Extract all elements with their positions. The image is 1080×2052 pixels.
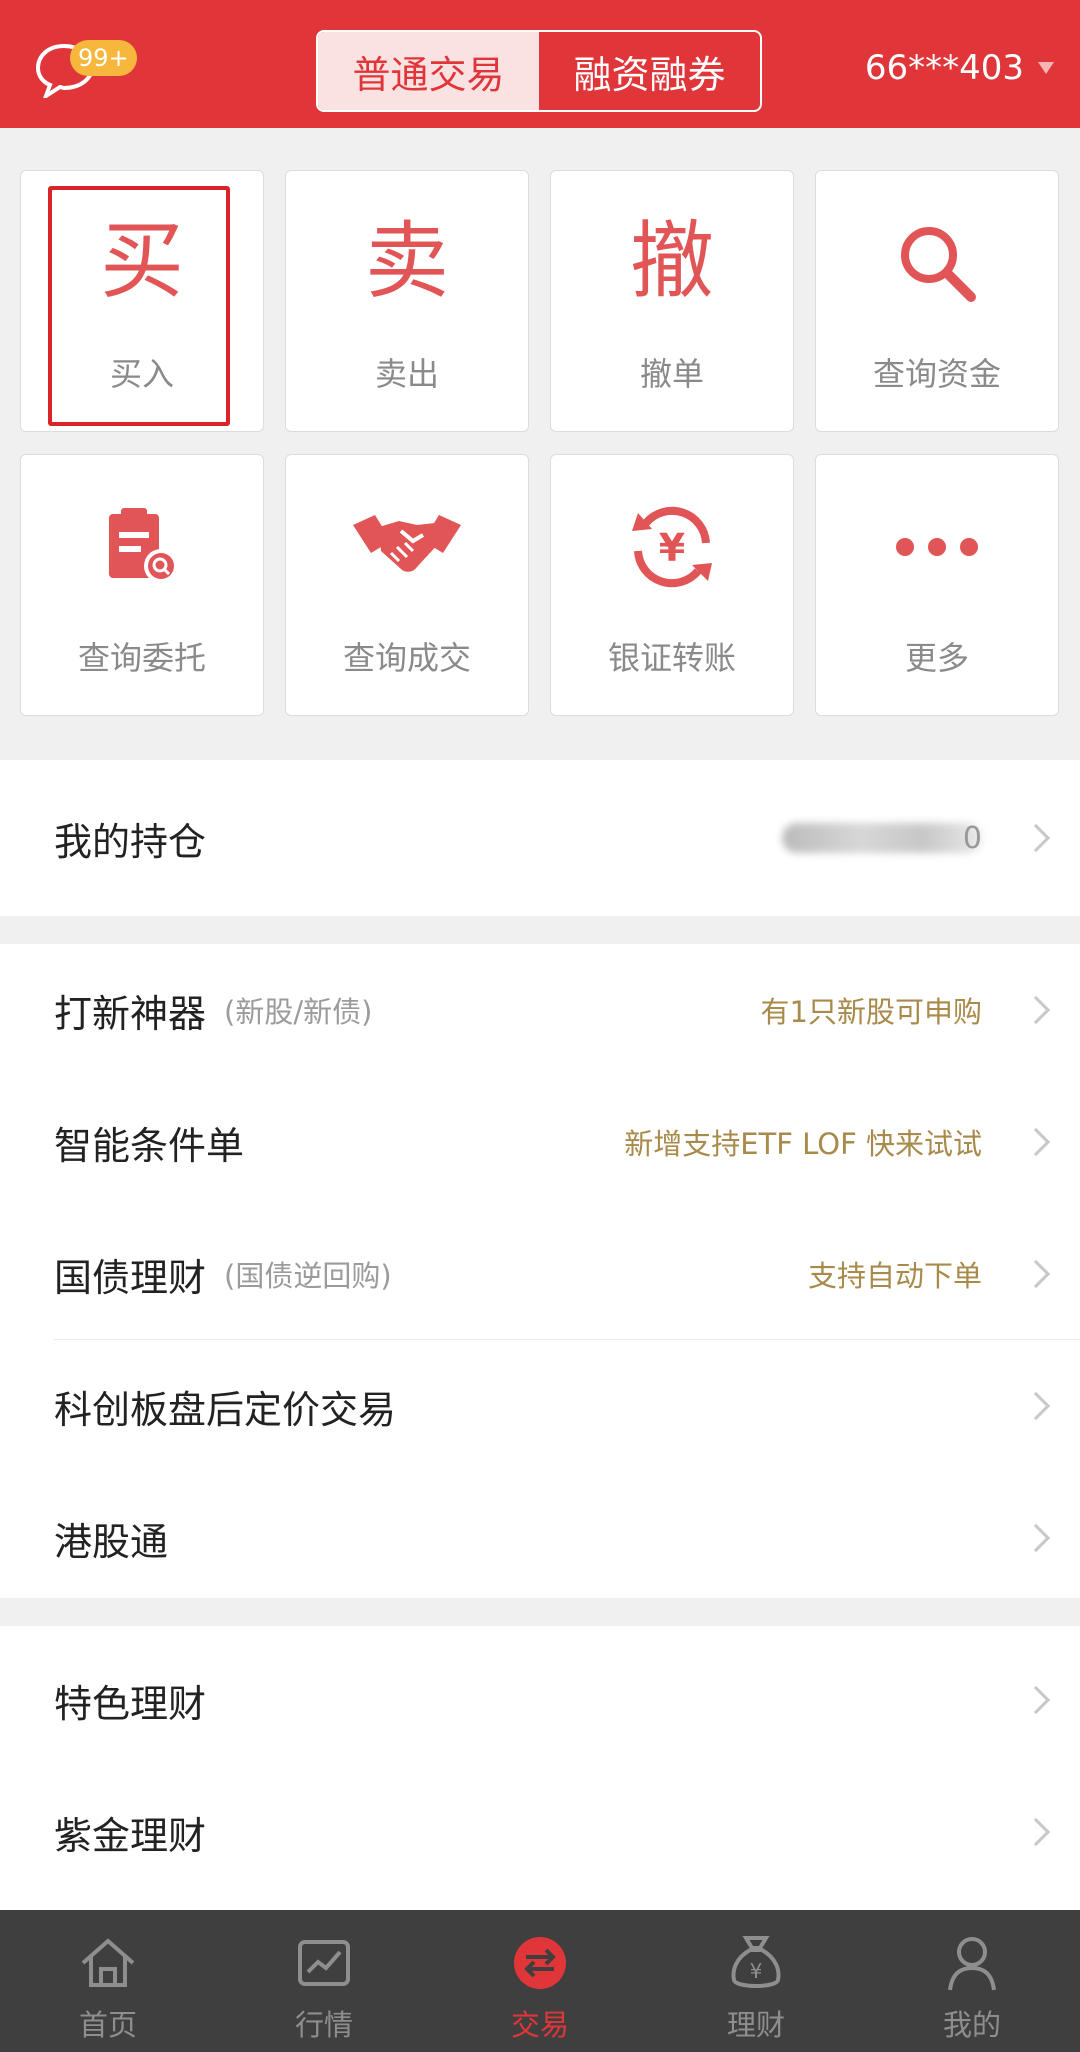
more-label: 更多 — [904, 639, 969, 677]
chevron-right-icon — [1021, 995, 1051, 1025]
smart-order-hint: 新增支持ETF LOF 快来试试 — [624, 1127, 982, 1161]
trade-type-switch: 普通交易 融资融券 — [316, 30, 762, 112]
query-orders-label: 查询委托 — [77, 639, 206, 677]
list-item-star-market[interactable]: 科创板盘后定价交易 — [0, 1340, 1080, 1472]
list-item-hk-connect[interactable]: 港股通 — [0, 1472, 1080, 1604]
market-chart-icon — [295, 1934, 353, 1992]
list-item-featured-finance[interactable]: 特色理财 — [0, 1634, 1080, 1766]
more-button[interactable]: 更多 — [815, 454, 1059, 716]
hk-connect-title: 港股通 — [54, 1519, 169, 1564]
cancel-order-button[interactable]: 撤 撤单 — [550, 170, 794, 432]
query-orders-button[interactable]: 查询委托 — [20, 454, 264, 716]
home-icon — [79, 1934, 137, 1992]
list-item-treasury[interactable]: 国债理财 (国债逆回购) 支持自动下单 — [0, 1208, 1080, 1340]
positions-row[interactable]: 我的持仓 0 — [0, 760, 1080, 916]
tab-trade-label: 交易 — [510, 2008, 569, 2042]
clipboard-search-icon — [97, 497, 187, 597]
bank-transfer-button[interactable]: ¥ 银证转账 — [550, 454, 794, 716]
bottom-tab-bar: 首页 行情 交易 ¥ 理财 我的 — [0, 1910, 1080, 2052]
account-number: 66***403 — [864, 48, 1024, 88]
list-item-ipo[interactable]: 打新神器 (新股/新债) 有1只新股可申购 — [0, 944, 1080, 1076]
search-icon — [895, 213, 979, 313]
redacted-value — [782, 823, 982, 853]
money-bag-icon: ¥ — [727, 1934, 785, 1992]
profile-icon — [943, 1934, 1001, 1992]
query-funds-button[interactable]: 查询资金 — [815, 170, 1059, 432]
ipo-hint: 有1只新股可申购 — [760, 995, 982, 1029]
buy-label: 买入 — [109, 355, 174, 393]
chevron-right-icon — [1021, 823, 1051, 853]
handshake-icon — [351, 497, 463, 597]
message-count-badge: 99+ — [70, 40, 137, 76]
tab-finance-label: 理财 — [726, 2008, 785, 2042]
yen-transfer-icon: ¥ — [628, 497, 716, 597]
cancel-order-label: 撤单 — [639, 355, 704, 393]
ipo-title: 打新神器 — [54, 991, 207, 1036]
svg-text:¥: ¥ — [659, 526, 685, 570]
chevron-right-icon — [1021, 1685, 1051, 1715]
list-item-zijin-finance[interactable]: 紫金理财 — [0, 1766, 1080, 1898]
star-market-title: 科创板盘后定价交易 — [54, 1387, 397, 1432]
sell-label: 卖出 — [374, 355, 439, 393]
top-bar: 99+ 普通交易 融资融券 66***403 — [0, 0, 1080, 128]
tab-profile[interactable]: 我的 — [864, 1910, 1080, 2052]
bank-transfer-label: 银证转账 — [607, 639, 736, 677]
tab-market-label: 行情 — [294, 2008, 353, 2042]
positions-section: 我的持仓 0 — [0, 760, 1080, 916]
sell-button[interactable]: 卖 卖出 — [285, 170, 529, 432]
treasury-subtitle: (国债逆回购) — [224, 1259, 392, 1293]
tab-market[interactable]: 行情 — [216, 1910, 432, 2052]
more-dots-icon — [892, 497, 982, 597]
query-funds-label: 查询资金 — [872, 355, 1001, 393]
trade-exchange-icon — [511, 1934, 569, 1992]
tab-normal-trade[interactable]: 普通交易 — [318, 32, 539, 110]
services-section: 打新神器 (新股/新债) 有1只新股可申购 智能条件单 新增支持ETF LOF … — [0, 944, 1080, 1598]
chevron-right-icon — [1021, 1127, 1051, 1157]
list-item-smart-order[interactable]: 智能条件单 新增支持ETF LOF 快来试试 — [0, 1076, 1080, 1208]
sell-glyph-icon: 卖 — [364, 212, 449, 310]
smart-order-title: 智能条件单 — [54, 1123, 245, 1168]
zijin-finance-title: 紫金理财 — [54, 1813, 207, 1858]
chevron-right-icon — [1021, 1259, 1051, 1289]
trade-function-grid: 买 买入 卖 卖出 撤 撤单 查询资金 查询委托 查询成交 ¥ 银证转账 更多 — [20, 170, 1060, 716]
treasury-hint: 支持自动下单 — [807, 1259, 982, 1293]
dropdown-arrow-icon — [1038, 62, 1054, 74]
tab-margin-trade[interactable]: 融资融券 — [539, 32, 760, 110]
buy-button[interactable]: 买 买入 — [20, 170, 264, 432]
tab-home[interactable]: 首页 — [0, 1910, 216, 2052]
tab-profile-label: 我的 — [942, 2008, 1001, 2042]
treasury-title: 国债理财 — [54, 1255, 207, 1300]
chevron-right-icon — [1021, 1523, 1051, 1553]
svg-text:¥: ¥ — [750, 1959, 763, 1983]
query-deals-label: 查询成交 — [342, 639, 471, 677]
tab-finance[interactable]: ¥ 理财 — [648, 1910, 864, 2052]
cancel-glyph-icon: 撤 — [629, 212, 714, 310]
chevron-right-icon — [1021, 1391, 1051, 1421]
buy-glyph-icon: 买 — [99, 212, 184, 310]
finance-section: 特色理财 紫金理财 — [0, 1626, 1080, 1910]
chevron-right-icon — [1021, 1817, 1051, 1847]
tab-trade[interactable]: 交易 — [432, 1910, 648, 2052]
tab-home-label: 首页 — [78, 2008, 137, 2042]
query-deals-button[interactable]: 查询成交 — [285, 454, 529, 716]
ipo-subtitle: (新股/新债) — [224, 995, 373, 1029]
positions-title: 我的持仓 — [54, 819, 207, 864]
account-selector[interactable]: 66***403 — [865, 48, 1054, 88]
featured-finance-title: 特色理财 — [54, 1681, 207, 1726]
positions-value-tail: 0 — [962, 820, 982, 856]
